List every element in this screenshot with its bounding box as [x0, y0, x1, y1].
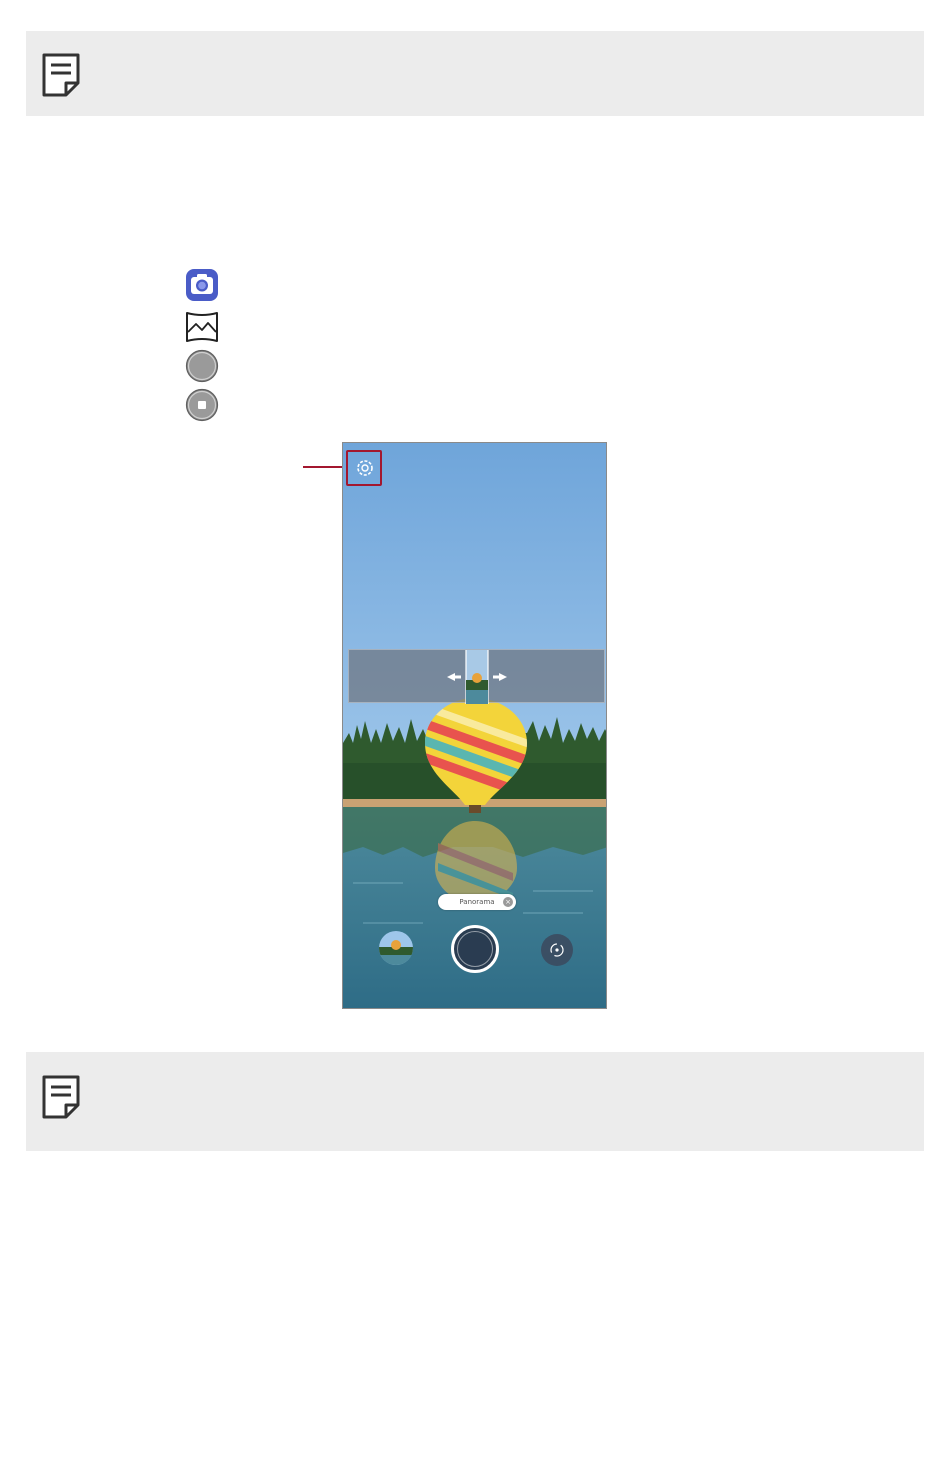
settings-highlight [346, 450, 382, 486]
callout-line [303, 466, 347, 468]
mode-chip[interactable]: Panorama × [438, 894, 516, 910]
mode-chip-label: Panorama [459, 898, 495, 906]
gallery-thumbnail[interactable] [379, 931, 413, 965]
gallery-thumbnail-image [379, 931, 413, 965]
close-icon[interactable]: × [503, 897, 513, 907]
record-icon [185, 388, 219, 422]
camera-switch-glyph [550, 943, 564, 957]
arrow-left-icon [447, 673, 461, 681]
camera-switch-icon[interactable] [541, 934, 573, 966]
note-box-top [26, 31, 924, 116]
note-icon [42, 1075, 80, 1119]
camera-screenshot: Panorama × [342, 442, 607, 1009]
shutter-icon [185, 349, 219, 383]
panorama-guide [348, 647, 605, 707]
panorama-mode-icon [186, 312, 218, 342]
camera-app-icon [186, 269, 218, 301]
note-icon [42, 53, 80, 97]
note-box-bottom [26, 1052, 924, 1151]
shutter-button[interactable] [451, 925, 499, 973]
arrow-right-icon [493, 673, 507, 681]
panorama-preview-strip [447, 647, 507, 707]
